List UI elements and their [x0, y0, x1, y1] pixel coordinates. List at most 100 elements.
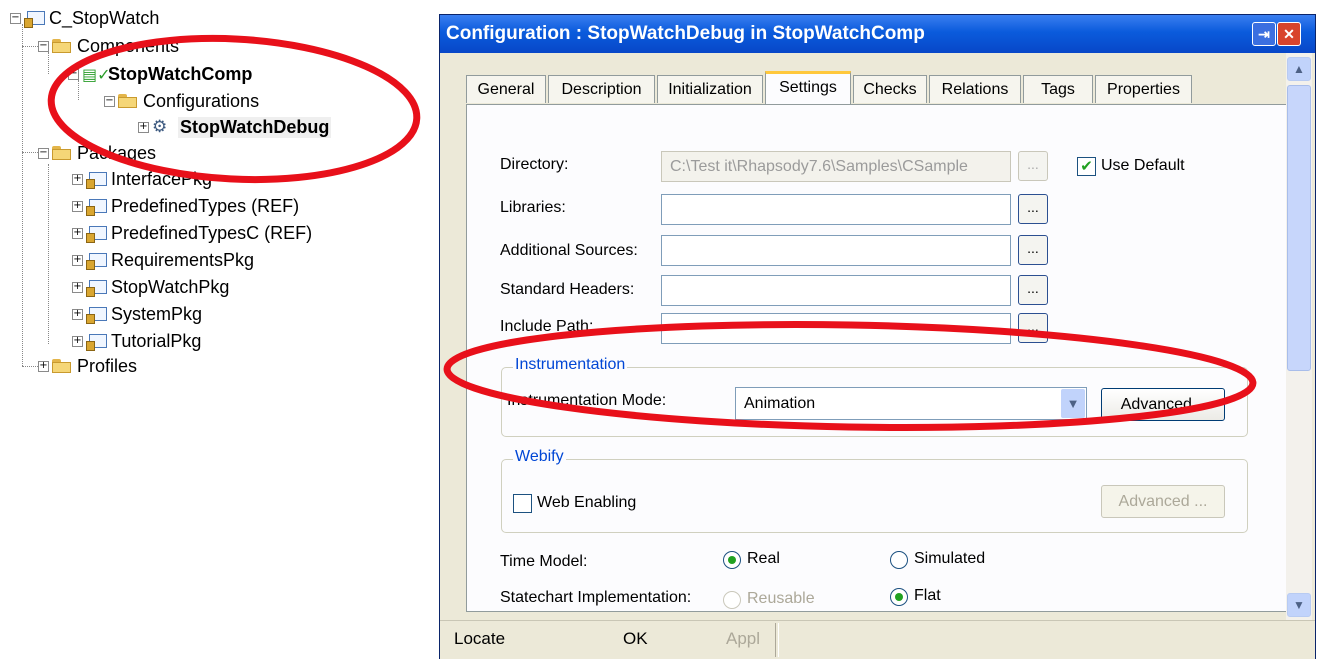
chevron-down-icon[interactable]: ▼	[1061, 389, 1085, 418]
time-model-simulated-radio[interactable]	[890, 551, 908, 569]
instrumentation-mode-select[interactable]: Animation ▼	[735, 387, 1087, 420]
include-path-label: Include Path:	[500, 318, 594, 335]
locate-button[interactable]: Locate	[454, 629, 505, 649]
web-enabling-label: Web Enabling	[537, 494, 637, 511]
include-path-browse-button[interactable]: ...	[1018, 313, 1048, 343]
statechart-flat-radio[interactable]	[890, 588, 908, 606]
folder-icon	[118, 94, 138, 108]
tree-item-profiles[interactable]: + Profiles	[38, 354, 137, 378]
collapse-icon[interactable]: −	[38, 147, 49, 159]
tree-item-root[interactable]: − C_StopWatch	[10, 6, 159, 30]
collapse-icon[interactable]: −	[68, 68, 79, 80]
tree-item-package[interactable]: + PredefinedTypes (REF)	[72, 194, 299, 218]
close-icon[interactable]: ✕	[1277, 22, 1301, 46]
tree-item-package[interactable]: + StopWatchPkg	[72, 275, 229, 299]
expand-icon[interactable]: +	[72, 254, 83, 266]
instrumentation-mode-label: Instrumentation Mode:	[507, 392, 667, 409]
time-model-real-label: Real	[747, 550, 780, 567]
tree-item-label: Packages	[77, 142, 157, 163]
tree-item-label: StopWatchComp	[108, 63, 253, 84]
tab-tags[interactable]: Tags	[1023, 75, 1093, 103]
tree-item-package[interactable]: + RequirementsPkg	[72, 248, 254, 272]
apply-button: Appl	[726, 629, 761, 648]
tree-item-packages[interactable]: − Packages	[38, 141, 156, 165]
directory-browse-button: ...	[1018, 151, 1048, 181]
scroll-thumb[interactable]	[1287, 85, 1311, 371]
tree-item-package[interactable]: + PredefinedTypesC (REF)	[72, 221, 312, 245]
additional-sources-field[interactable]	[661, 235, 1011, 266]
package-icon	[86, 305, 107, 324]
package-icon	[86, 332, 107, 351]
tab-settings[interactable]: Settings	[765, 71, 851, 105]
include-path-field[interactable]	[661, 313, 1011, 344]
standard-headers-field[interactable]	[661, 275, 1011, 306]
web-enabling-checkbox[interactable]	[513, 494, 532, 513]
configuration-icon: ⚙	[152, 117, 168, 137]
statechart-reusable-label: Reusable	[747, 590, 815, 607]
additional-sources-browse-button[interactable]: ...	[1018, 235, 1048, 265]
use-default-checkbox[interactable]: ✔	[1077, 157, 1096, 176]
time-model-real-radio[interactable]	[723, 551, 741, 569]
expand-icon[interactable]: +	[72, 227, 83, 239]
ok-button[interactable]: OK	[623, 629, 648, 649]
expand-icon[interactable]: +	[138, 121, 149, 133]
configuration-dialog: Configuration : StopWatchDebug in StopWa…	[439, 14, 1316, 659]
statechart-reusable-radio	[723, 591, 741, 609]
expand-icon[interactable]: +	[38, 360, 49, 372]
pin-icon[interactable]: ⇥	[1252, 22, 1276, 46]
tree-item-stopwatchdebug[interactable]: + ⚙ StopWatchDebug	[138, 115, 332, 139]
libraries-label: Libraries:	[500, 199, 566, 216]
tree-item-label: Components	[77, 35, 180, 56]
expand-icon[interactable]: +	[72, 308, 83, 320]
libraries-field[interactable]	[661, 194, 1011, 225]
collapse-icon[interactable]: −	[104, 95, 115, 107]
tab-general[interactable]: General	[466, 75, 546, 103]
dialog-titlebar[interactable]: Configuration : StopWatchDebug in StopWa…	[440, 15, 1315, 53]
tree-item-label: SystemPkg	[111, 303, 203, 324]
expand-icon[interactable]: +	[72, 335, 83, 347]
instrumentation-mode-value: Animation	[744, 395, 816, 412]
directory-field: C:\Test it\Rhapsody7.6\Samples\CSample	[661, 151, 1011, 182]
tab-checks[interactable]: Checks	[853, 75, 927, 103]
collapse-icon[interactable]: −	[10, 12, 21, 24]
tree-item-stopwatchcomp[interactable]: − ▤✓ StopWatchComp	[68, 62, 252, 86]
folder-icon	[52, 359, 72, 373]
expand-icon[interactable]: +	[72, 200, 83, 212]
component-active-icon: ▤✓	[82, 64, 111, 84]
expand-icon[interactable]: +	[72, 173, 83, 185]
tree-item-label: InterfacePkg	[111, 168, 213, 189]
tree-item-package[interactable]: + SystemPkg	[72, 302, 202, 326]
libraries-browse-button[interactable]: ...	[1018, 194, 1048, 224]
tree-item-label: C_StopWatch	[49, 7, 160, 28]
tab-relations[interactable]: Relations	[929, 75, 1021, 103]
tree-item-label: StopWatchDebug	[178, 116, 332, 138]
standard-headers-browse-button[interactable]: ...	[1018, 275, 1048, 305]
time-model-simulated-label: Simulated	[914, 550, 986, 567]
tab-properties[interactable]: Properties	[1095, 75, 1192, 103]
footer-separator	[775, 623, 779, 657]
scroll-down-icon[interactable]: ▼	[1287, 593, 1311, 617]
expand-icon[interactable]: +	[72, 281, 83, 293]
tree-item-package[interactable]: + TutorialPkg	[72, 329, 201, 353]
instrumentation-advanced-button[interactable]: Advanced...	[1101, 388, 1225, 421]
tree-item-label: RequirementsPkg	[111, 249, 255, 270]
statechart-flat-label: Flat	[914, 587, 941, 604]
statechart-implementation-label: Statechart Implementation:	[500, 589, 692, 606]
additional-sources-label: Additional Sources:	[500, 242, 638, 259]
model-browser-tree: − C_StopWatch − Components − ▤✓ StopWatc…	[0, 0, 430, 659]
tree-item-label: TutorialPkg	[111, 330, 202, 351]
tree-item-configurations[interactable]: − Configurations	[104, 89, 259, 113]
project-icon	[24, 9, 45, 28]
directory-label: Directory:	[500, 156, 569, 173]
tree-item-label: PredefinedTypes (REF)	[111, 195, 300, 216]
tab-initialization[interactable]: Initialization	[657, 75, 763, 103]
time-model-label: Time Model:	[500, 553, 588, 570]
use-default-label: Use Default	[1101, 157, 1185, 174]
vertical-scrollbar[interactable]: ▲ ▼	[1286, 53, 1312, 620]
collapse-icon[interactable]: −	[38, 40, 49, 52]
tree-item-package[interactable]: + InterfacePkg	[72, 167, 212, 191]
tree-item-components[interactable]: − Components	[38, 34, 179, 58]
scroll-up-icon[interactable]: ▲	[1287, 57, 1311, 81]
tab-description[interactable]: Description	[548, 75, 655, 103]
webify-advanced-button: Advanced ...	[1101, 485, 1225, 518]
